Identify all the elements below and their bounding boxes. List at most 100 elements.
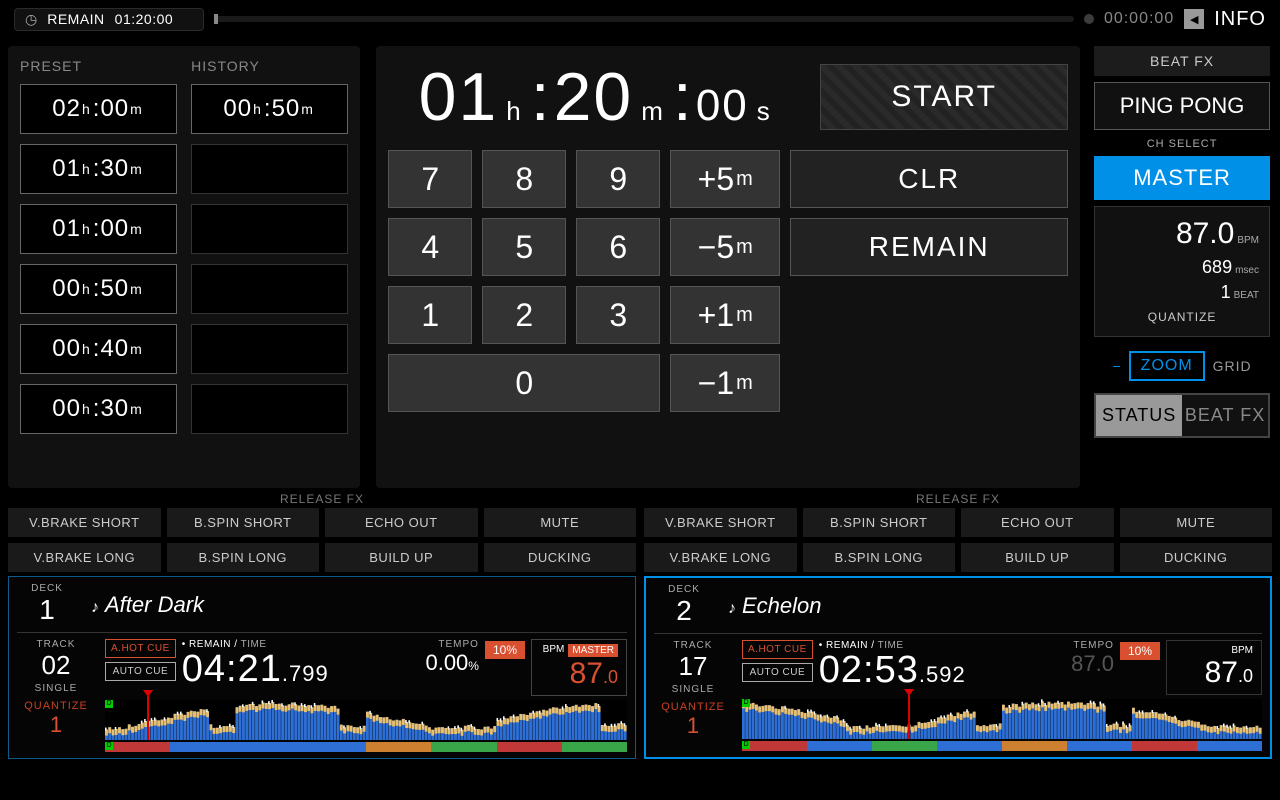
side-panel: BEAT FX PING PONG CH SELECT MASTER 87.0B… xyxy=(1094,46,1270,488)
msec-label: msec xyxy=(1235,265,1259,276)
key-remain[interactable]: REMAIN xyxy=(790,218,1068,276)
fx-button[interactable]: B.SPIN LONG xyxy=(167,543,320,572)
fx-button[interactable]: V.BRAKE SHORT xyxy=(644,508,797,537)
preset-slot[interactable]: 01h:30m xyxy=(20,144,177,194)
zoom-minus-icon[interactable]: − xyxy=(1112,358,1120,374)
deck-block-1: RELEASE FX V.BRAKE SHORTB.SPIN SHORTECHO… xyxy=(8,490,636,759)
progress-knob[interactable] xyxy=(214,14,218,24)
key-2[interactable]: 2 xyxy=(482,286,566,344)
preset-slot[interactable]: 00h:50m xyxy=(191,84,348,134)
empty-slot[interactable] xyxy=(191,144,348,194)
deck-block-2: RELEASE FX V.BRAKE SHORTB.SPIN SHORTECHO… xyxy=(644,490,1272,759)
back-button[interactable]: ◀ xyxy=(1184,9,1204,29)
fx-button[interactable]: ECHO OUT xyxy=(961,508,1114,537)
key-5[interactable]: 5 xyxy=(482,218,566,276)
clock-display: 00:00:00 xyxy=(1104,10,1174,28)
key-0[interactable]: 0 xyxy=(388,354,660,412)
unit-m: m xyxy=(641,96,665,127)
beat-fx-header: BEAT FX xyxy=(1094,46,1270,76)
key-8[interactable]: 8 xyxy=(482,150,566,208)
fx-button[interactable]: ECHO OUT xyxy=(325,508,478,537)
timer-panel: 01h: 20m: 00s START 7 8 9 +5m CLR 4 5 6 … xyxy=(376,46,1080,488)
preset-slot[interactable]: 00h:40m xyxy=(20,324,177,374)
music-note-icon: ♪ xyxy=(91,599,99,616)
timer-hours: 01 xyxy=(419,58,499,136)
fx-button[interactable]: V.BRAKE LONG xyxy=(644,543,797,572)
tempo-block: TEMPO0.00% xyxy=(425,639,479,676)
triangle-left-icon: ◀ xyxy=(1190,13,1198,26)
release-fx-header-2: RELEASE FX xyxy=(644,490,1272,508)
timer-seconds: 00 xyxy=(696,81,749,131)
empty-slot[interactable] xyxy=(191,264,348,314)
fx-button[interactable]: B.SPIN SHORT xyxy=(803,508,956,537)
playhead-icon[interactable] xyxy=(908,695,910,739)
auto-cue-button[interactable]: AUTO CUE xyxy=(742,663,813,682)
preset-slot[interactable]: 00h:30m xyxy=(20,384,177,434)
key-3[interactable]: 3 xyxy=(576,286,660,344)
empty-slot[interactable] xyxy=(191,204,348,254)
cue-marker-icon: D xyxy=(742,741,750,749)
fx-grid-1: V.BRAKE SHORTB.SPIN SHORTECHO OUTMUTE V.B… xyxy=(8,508,636,572)
fx-button[interactable]: MUTE xyxy=(484,508,637,537)
waveform[interactable]: DD xyxy=(105,700,627,740)
tempo-range-badge[interactable]: 10% xyxy=(1120,642,1160,660)
tab-status[interactable]: STATUS xyxy=(1096,395,1182,436)
remain-label: REMAIN xyxy=(47,11,104,27)
zoom-button[interactable]: ZOOM xyxy=(1129,351,1205,381)
fx-button[interactable]: MUTE xyxy=(1120,508,1273,537)
key-9[interactable]: 9 xyxy=(576,150,660,208)
fx-button[interactable]: DUCKING xyxy=(484,543,637,572)
key-clr[interactable]: CLR xyxy=(790,150,1068,208)
preset-slot[interactable]: 01h:00m xyxy=(20,204,177,254)
preset-slot[interactable]: 00h:50m xyxy=(20,264,177,314)
key-7[interactable]: 7 xyxy=(388,150,472,208)
progress-bar[interactable] xyxy=(214,16,1074,22)
auto-cue-button[interactable]: AUTO CUE xyxy=(105,662,176,681)
fx-button[interactable]: V.BRAKE SHORT xyxy=(8,508,161,537)
music-note-icon: ♪ xyxy=(728,600,736,617)
effect-select[interactable]: PING PONG xyxy=(1094,82,1270,130)
empty-slot[interactable] xyxy=(191,384,348,434)
preset-slot[interactable]: 02h:00m xyxy=(20,84,177,134)
key-6[interactable]: 6 xyxy=(576,218,660,276)
msec-value: 689 xyxy=(1202,257,1232,277)
colon: : xyxy=(531,58,552,136)
key-1[interactable]: 1 xyxy=(388,286,472,344)
bpm-block: BPMMASTER87.0 xyxy=(531,639,627,696)
bpm-info-box: 87.0BPM 689msec 1BEAT QUANTIZE xyxy=(1094,206,1270,337)
deck-2: DECK2♪EchelonTRACK17SINGLEQUANTIZE1A.HOT… xyxy=(644,576,1272,759)
grid-button[interactable]: GRID xyxy=(1213,358,1252,374)
key-plus-1m[interactable]: +1m xyxy=(670,286,780,344)
waveform[interactable]: DD xyxy=(742,699,1262,739)
fx-grid-2: V.BRAKE SHORTB.SPIN SHORTECHO OUTMUTE V.B… xyxy=(644,508,1272,572)
tempo-block: TEMPO87.0 xyxy=(1071,640,1114,677)
empty-slot[interactable] xyxy=(191,324,348,374)
history-header: HISTORY xyxy=(191,58,348,74)
fx-button[interactable]: B.SPIN LONG xyxy=(803,543,956,572)
fx-button[interactable]: BUILD UP xyxy=(325,543,478,572)
tab-beat-fx[interactable]: BEAT FX xyxy=(1182,395,1268,436)
time-remain: • REMAIN / TIME02:53.592 xyxy=(819,640,1057,689)
release-fx-header-1: RELEASE FX xyxy=(8,490,636,508)
key-4[interactable]: 4 xyxy=(388,218,472,276)
fx-button[interactable]: DUCKING xyxy=(1120,543,1273,572)
remain-display[interactable]: ◷ REMAIN 01:20:00 xyxy=(14,8,204,31)
status-tabs: STATUS BEAT FX xyxy=(1094,393,1270,438)
fx-button[interactable]: B.SPIN SHORT xyxy=(167,508,320,537)
info-button[interactable]: INFO xyxy=(1214,8,1266,31)
fx-button[interactable]: BUILD UP xyxy=(961,543,1114,572)
fx-button[interactable]: V.BRAKE LONG xyxy=(8,543,161,572)
cue-marker-icon: D xyxy=(742,699,750,707)
key-minus-1m[interactable]: −1m xyxy=(670,354,780,412)
start-button[interactable]: START xyxy=(820,64,1068,130)
hot-cue-button[interactable]: A.HOT CUE xyxy=(742,640,813,659)
hot-cue-button[interactable]: A.HOT CUE xyxy=(105,639,176,658)
tempo-range-badge[interactable]: 10% xyxy=(485,641,525,659)
record-indicator-icon xyxy=(1084,14,1094,24)
zoom-grid-row: − ZOOM GRID xyxy=(1094,351,1270,381)
master-channel-button[interactable]: MASTER xyxy=(1094,156,1270,200)
beat-label: BEAT xyxy=(1234,290,1259,301)
key-plus-5m[interactable]: +5m xyxy=(670,150,780,208)
playhead-icon[interactable] xyxy=(147,696,149,740)
key-minus-5m[interactable]: −5m xyxy=(670,218,780,276)
